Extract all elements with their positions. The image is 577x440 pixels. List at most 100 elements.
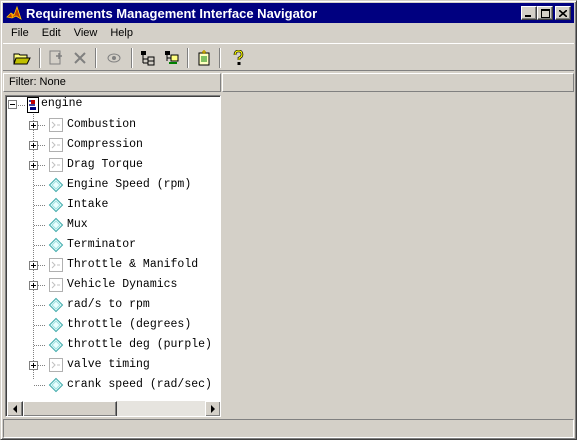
tree-connector	[34, 205, 46, 206]
tree-connector	[34, 225, 46, 226]
tree-node[interactable]: throttle (degrees)	[6, 315, 220, 335]
tree-node-label: valve timing	[67, 358, 150, 371]
minimize-button[interactable]	[521, 6, 537, 20]
tree-node[interactable]: Mux	[6, 215, 220, 235]
tree-node[interactable]: Terminator	[6, 235, 220, 255]
tree-panel: engine Combustion Compression Drag Torque E…	[5, 95, 221, 417]
toolbar-separator	[39, 48, 41, 68]
subsystem-icon	[49, 158, 63, 172]
close-button[interactable]	[555, 6, 571, 20]
horizontal-scrollbar[interactable]	[7, 401, 220, 416]
tree-node[interactable]: rad/s to rpm	[6, 295, 220, 315]
expand-toggle[interactable]	[29, 261, 38, 270]
view-icon	[107, 53, 121, 63]
scroll-left-button[interactable]	[7, 401, 23, 416]
tree-view[interactable]: engine Combustion Compression Drag Torque E…	[6, 96, 220, 400]
tree-node[interactable]: Throttle & Manifold	[6, 255, 220, 275]
filter-label[interactable]: Filter: None	[3, 73, 221, 92]
collapse-tree-button[interactable]	[161, 47, 183, 69]
tree-node[interactable]: crank speed (rad/sec)	[6, 375, 220, 395]
tree-node-label: crank speed (rad/sec)	[67, 378, 212, 391]
maximize-button[interactable]	[537, 6, 553, 20]
block-icon	[48, 317, 64, 333]
tree-node[interactable]: valve timing	[6, 355, 220, 375]
tree-node-label: Intake	[67, 198, 109, 211]
tree-node[interactable]: Compression	[6, 135, 220, 155]
tree-node[interactable]: Drag Torque	[6, 155, 220, 175]
add-requirement-button[interactable]	[45, 47, 67, 69]
subsystem-icon	[49, 358, 63, 372]
open-button[interactable]	[11, 47, 33, 69]
menu-view[interactable]: View	[66, 24, 103, 42]
expand-toggle[interactable]	[29, 141, 38, 150]
delete-icon	[74, 52, 86, 64]
tree-node[interactable]: Intake	[6, 195, 220, 215]
tree-connector	[34, 245, 46, 246]
block-icon	[48, 337, 64, 353]
block-icon	[48, 297, 64, 313]
document-button[interactable]	[193, 47, 215, 69]
close-icon	[559, 9, 567, 17]
window-title: Requirements Management Interface Naviga…	[26, 5, 318, 21]
menu-bar: File Edit View Help	[3, 24, 138, 42]
scroll-thumb[interactable]	[23, 401, 117, 416]
subsystem-icon	[49, 258, 63, 272]
subsystem-icon	[49, 278, 63, 292]
delete-button[interactable]	[69, 47, 91, 69]
minimize-icon	[525, 14, 531, 17]
view-button[interactable]	[103, 47, 125, 69]
status-bar	[3, 419, 574, 438]
app-window: Requirements Management Interface Naviga…	[0, 0, 577, 440]
toolbar-separator	[187, 48, 189, 68]
tree-node[interactable]: Engine Speed (rpm)	[6, 175, 220, 195]
tree-node-label: Drag Torque	[67, 158, 143, 171]
filter-bar: Filter: None	[3, 73, 574, 92]
arrow-right-icon	[211, 405, 215, 413]
tree-node-label: Vehicle Dynamics	[67, 278, 178, 291]
tree-node-label: throttle deg (purple)	[67, 338, 212, 351]
document-icon	[198, 50, 210, 66]
tree-node-label: Terminator	[67, 238, 137, 251]
scroll-right-button[interactable]	[205, 401, 220, 416]
expand-toggle[interactable]	[29, 161, 38, 170]
block-icon	[48, 197, 64, 213]
tree-node-label: rad/s to rpm	[67, 298, 150, 311]
toolbar-separator	[219, 48, 221, 68]
collapse-toggle[interactable]	[8, 100, 17, 109]
title-bar[interactable]: Requirements Management Interface Naviga…	[3, 3, 574, 23]
maximize-icon	[540, 8, 550, 18]
collapse-tree-icon	[165, 51, 179, 64]
add-requirement-icon	[49, 50, 62, 65]
tree-node[interactable]: Vehicle Dynamics	[6, 275, 220, 295]
tree-connector	[34, 385, 46, 386]
tree-node-label: Mux	[67, 218, 88, 231]
expand-toggle[interactable]	[29, 281, 38, 290]
expand-tree-button[interactable]	[137, 47, 159, 69]
model-icon	[27, 97, 39, 113]
tree-node[interactable]: throttle deg (purple)	[6, 335, 220, 355]
help-button[interactable]	[227, 47, 249, 69]
expand-tree-icon	[141, 51, 155, 66]
menu-file[interactable]: File	[3, 24, 34, 42]
tree-node[interactable]: Combustion	[6, 115, 220, 135]
block-icon	[48, 377, 64, 393]
arrow-left-icon	[13, 405, 17, 413]
tree-node-label: Engine Speed (rpm)	[67, 178, 192, 191]
matlab-app-icon	[6, 5, 22, 20]
detail-panel	[222, 95, 574, 417]
block-icon	[48, 237, 64, 253]
tree-node-root[interactable]: engine	[6, 96, 220, 115]
tree-node-label: Compression	[67, 138, 143, 151]
subsystem-icon	[49, 118, 63, 132]
tree-connector	[34, 345, 46, 346]
block-icon	[48, 217, 64, 233]
tree-connector	[34, 325, 46, 326]
menu-help[interactable]: Help	[102, 24, 138, 42]
expand-toggle[interactable]	[29, 121, 38, 130]
open-folder-icon	[13, 53, 31, 65]
tree-connector	[18, 105, 26, 106]
menu-edit[interactable]: Edit	[34, 24, 66, 42]
tree-node-label: Combustion	[67, 118, 137, 131]
toolbar	[3, 43, 574, 71]
expand-toggle[interactable]	[29, 361, 38, 370]
